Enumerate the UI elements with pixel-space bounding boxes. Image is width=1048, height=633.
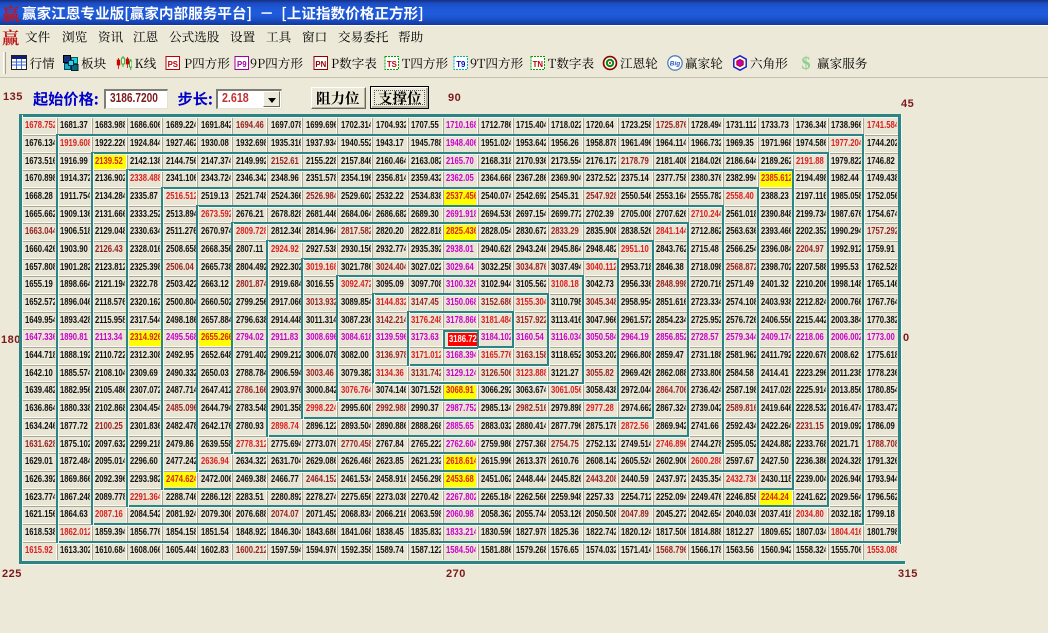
svg-text:P9: P9: [237, 60, 247, 69]
svg-text:T9: T9: [456, 60, 466, 69]
svg-text:$: $: [802, 53, 811, 73]
svg-text:PN: PN: [315, 60, 326, 69]
svg-text:Big: Big: [669, 61, 680, 68]
svg-text:TN: TN: [533, 60, 544, 69]
svg-text:PS: PS: [167, 60, 177, 69]
svg-text:TS: TS: [387, 60, 397, 69]
